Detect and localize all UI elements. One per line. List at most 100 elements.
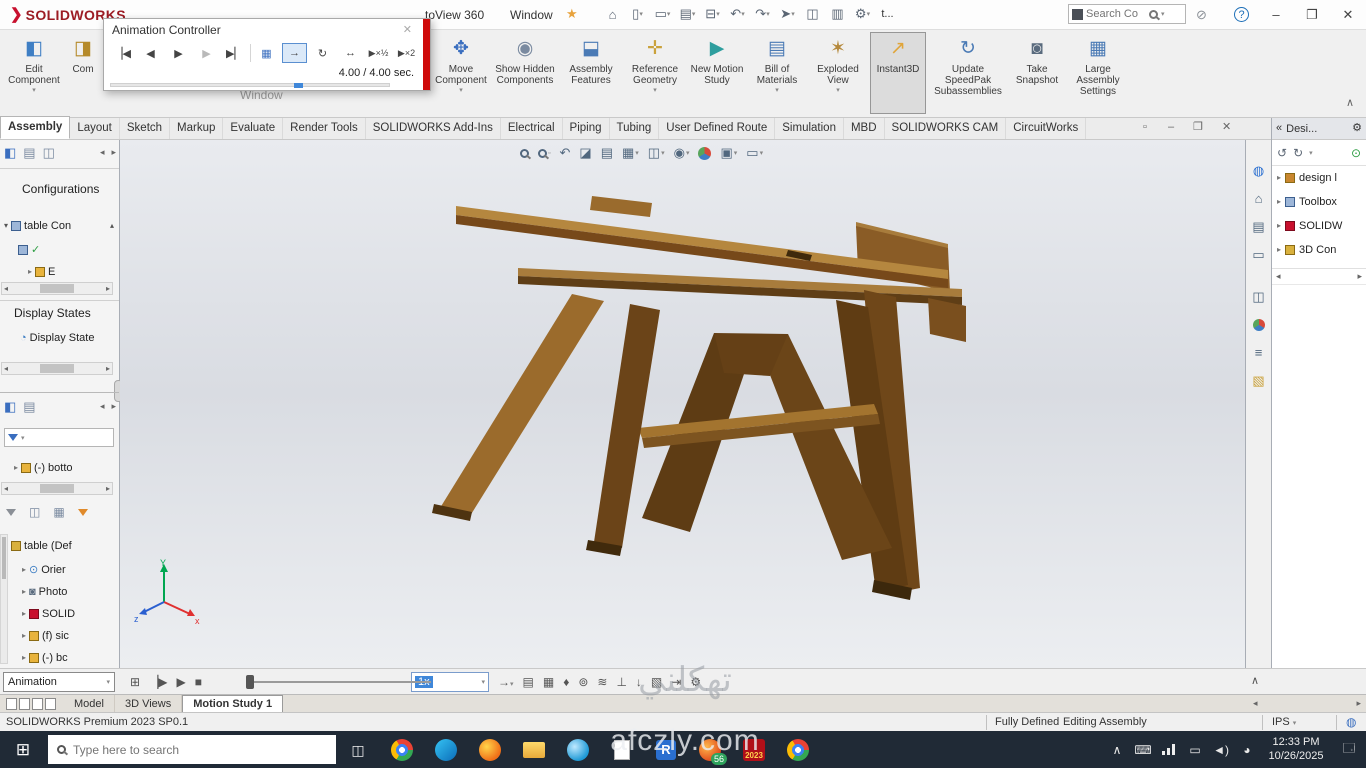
- clipped-component-button[interactable]: ◨ Com: [64, 32, 102, 114]
- tree-item-row[interactable]: ▸ (-) bc: [0, 648, 118, 668]
- close-button[interactable]: ✕: [1330, 0, 1366, 29]
- tab-solidworks-cam[interactable]: SOLIDWORKS CAM: [885, 118, 1007, 139]
- file-explorer-icon[interactable]: ▭: [1250, 246, 1267, 263]
- solidworks-resources-globe-icon[interactable]: ◍: [1250, 162, 1267, 179]
- restore-button[interactable]: ❐: [1294, 0, 1330, 29]
- volume-icon[interactable]: ◄): [1208, 731, 1234, 768]
- tab-tubing[interactable]: Tubing: [610, 118, 660, 139]
- task-pane-item-toolbox[interactable]: ▸ Toolbox: [1272, 190, 1366, 214]
- take-snapshot-button[interactable]: ◙ Take Snapshot: [1010, 32, 1064, 114]
- select-cursor-icon[interactable]: ➤ ▾: [775, 3, 800, 25]
- custom-properties-icon[interactable]: ≡: [1250, 344, 1267, 361]
- scroll-right-icon[interactable]: ▸: [1357, 271, 1362, 282]
- task-pane-item-3d-content[interactable]: ▸ 3D Con: [1272, 238, 1366, 262]
- tab-scroll-buttons[interactable]: [0, 695, 64, 712]
- favorites-star-icon[interactable]: ★: [566, 7, 578, 20]
- scroll-right-icon[interactable]: ▸: [1356, 698, 1361, 709]
- tab-piping[interactable]: Piping: [563, 118, 610, 139]
- panel-scroll-right-icon[interactable]: ▸: [111, 402, 116, 411]
- scroll-left-icon[interactable]: ◂: [1253, 698, 1258, 709]
- open-document-icon[interactable]: ▭ ▾: [650, 3, 675, 25]
- scroll-thumb[interactable]: [40, 284, 74, 293]
- animation-controller-titlebar[interactable]: Animation Controller ✕: [104, 19, 430, 41]
- move-component-button[interactable]: ✥ Move Component ▾: [432, 32, 490, 114]
- bottom-part-row[interactable]: ▸ (-) botto: [0, 458, 118, 478]
- expander-icon[interactable]: ▸: [1277, 246, 1281, 254]
- taskbar-app-recorder[interactable]: 56: [688, 731, 732, 768]
- horizontal-scrollbar[interactable]: ◂ ▸: [1, 282, 113, 295]
- task-pane-item-design-library[interactable]: ▸ design l: [1272, 166, 1366, 190]
- gear-icon[interactable]: ⚙: [1352, 123, 1362, 134]
- scroll-left-icon[interactable]: ◂: [4, 284, 8, 293]
- feature-manager-tab-icon[interactable]: ◧: [4, 400, 16, 413]
- view-palette-icon[interactable]: ◫: [1250, 288, 1267, 305]
- expander-icon[interactable]: ▸: [1277, 198, 1281, 206]
- home-icon[interactable]: ⌂: [1250, 190, 1267, 207]
- panel-scroll-left-icon[interactable]: ◂: [100, 148, 105, 157]
- task-view-button[interactable]: ◫: [336, 731, 380, 768]
- tree-item-row[interactable]: ▸ SOLID: [0, 604, 118, 624]
- tab-solidworks-add-ins[interactable]: SOLIDWORKS Add-Ins: [366, 118, 501, 139]
- scroll-left-icon[interactable]: ◂: [4, 364, 8, 373]
- battery-icon[interactable]: ▭: [1182, 731, 1208, 768]
- playback-mode-icon[interactable]: →▾: [498, 675, 514, 689]
- table-3d-model[interactable]: [120, 140, 1245, 668]
- configuration-item-row[interactable]: ✓: [0, 240, 118, 260]
- tree-filter-box[interactable]: ▾: [4, 428, 114, 447]
- panel-scroll-left-icon[interactable]: ◂: [100, 402, 105, 411]
- stop-icon[interactable]: ■: [195, 675, 202, 689]
- play-icon[interactable]: ▶: [166, 43, 191, 63]
- pause-icon[interactable]: ▶: [194, 43, 219, 63]
- tab-render-tools[interactable]: Render Tools: [283, 118, 366, 139]
- touch-keyboard-icon[interactable]: ⌨: [1130, 731, 1156, 768]
- tab-sketch[interactable]: Sketch: [120, 118, 171, 139]
- tab-assembly[interactable]: Assembly: [0, 116, 71, 139]
- scroll-left-icon[interactable]: ◂: [4, 484, 8, 493]
- filmstrip-icon[interactable]: ▦: [254, 43, 279, 63]
- display-state-row[interactable]: ◔ Display State: [0, 328, 118, 348]
- animation-wizard-icon[interactable]: ▦: [543, 675, 554, 689]
- taskbar-app-solidworks[interactable]: 2023: [732, 731, 776, 768]
- network-icon[interactable]: [1156, 731, 1182, 768]
- filter-active-icon[interactable]: [77, 508, 88, 516]
- minimize-button[interactable]: –: [1258, 0, 1294, 29]
- property-manager-tab-icon[interactable]: ▤: [23, 146, 35, 159]
- play-from-start-icon[interactable]: ▕▶: [149, 675, 167, 689]
- collapse-motion-chevron-icon[interactable]: ∧: [1251, 676, 1259, 687]
- sheet-icon[interactable]: ▥: [825, 3, 850, 25]
- tab-electrical[interactable]: Electrical: [501, 118, 563, 139]
- expander-icon[interactable]: ▸: [1277, 174, 1281, 182]
- taskbar-app-file-explorer[interactable]: [512, 731, 556, 768]
- reference-geometry-button[interactable]: ✛ Reference Geometry ▾: [624, 32, 686, 114]
- jump-to-end-icon[interactable]: ▶▏: [222, 43, 247, 63]
- chevron-down-icon[interactable]: ▾: [1309, 149, 1313, 157]
- doc-restore-icon[interactable]: ❐: [1193, 122, 1203, 133]
- contact-icon[interactable]: ⊥: [616, 675, 626, 689]
- large-assembly-settings-button[interactable]: ▦ Large Assembly Settings: [1066, 32, 1130, 114]
- sustainability-icon[interactable]: ▧: [1250, 372, 1267, 389]
- graphics-area[interactable]: ▫ ↶ ◪ ▤ ▦ ▾ ◫ ▾ ◉ ▾ ▣ ▾ ▭ ▾ Y x z: [120, 140, 1245, 668]
- expander-icon[interactable]: ▸: [22, 588, 26, 596]
- scroll-right-icon[interactable]: ▸: [106, 484, 110, 493]
- tab-markup[interactable]: Markup: [170, 118, 224, 139]
- tree-item-row[interactable]: ▸ ◙ Photo: [0, 582, 118, 602]
- scroll-thumb[interactable]: [40, 484, 74, 493]
- design-library-icon[interactable]: ▤: [1250, 218, 1267, 235]
- expander-icon[interactable]: ▸: [1277, 222, 1281, 230]
- taskbar-app-r[interactable]: R: [644, 731, 688, 768]
- step-back-icon[interactable]: ◀: [138, 43, 163, 63]
- command-search-box[interactable]: ▾: [1068, 4, 1186, 24]
- tree-item-row[interactable]: ▸ ⊙ Orier: [0, 560, 118, 580]
- units-selector[interactable]: IPS ▾: [1272, 716, 1296, 728]
- tray-app-icon[interactable]: ◕: [1234, 731, 1260, 768]
- hide-types-icon[interactable]: ▦: [53, 506, 64, 518]
- undo-icon[interactable]: ↶ ▾: [725, 3, 750, 25]
- close-icon[interactable]: ✕: [403, 24, 412, 36]
- tab-3d-views[interactable]: 3D Views: [115, 695, 183, 712]
- horizontal-scrollbar[interactable]: ◂ ▸: [1, 482, 113, 495]
- instant3d-button[interactable]: ↗ Instant3D: [870, 32, 926, 114]
- collapse-ribbon-chevron-icon[interactable]: ∧: [1346, 98, 1354, 109]
- expander-icon[interactable]: ▸: [22, 566, 26, 574]
- bill-of-materials-button[interactable]: ▤ Bill of Materials ▾: [748, 32, 806, 114]
- display-pane-icon[interactable]: ◫: [29, 506, 40, 518]
